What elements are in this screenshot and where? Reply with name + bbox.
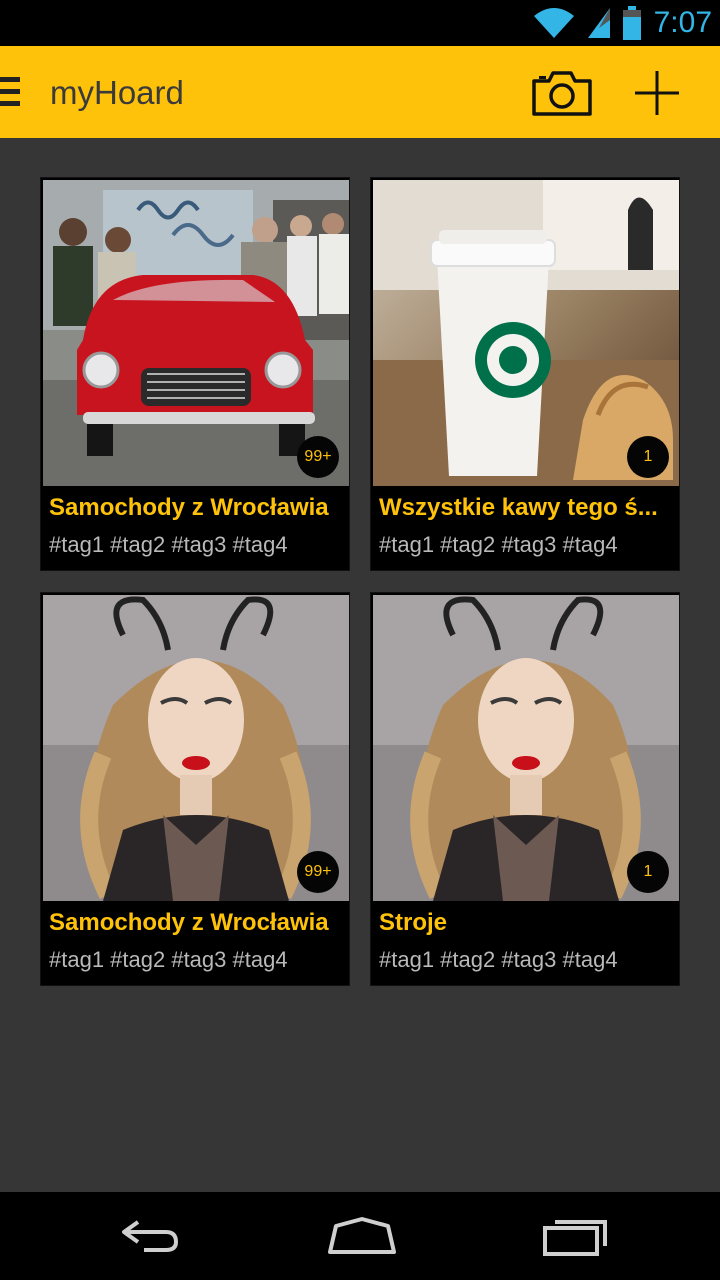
item-count-badge: 99+ <box>297 436 339 478</box>
action-bar: myHoard <box>0 46 720 138</box>
collection-thumbnail[interactable] <box>373 180 679 486</box>
status-bar: 7:07 <box>0 0 720 46</box>
battery-icon <box>622 6 641 40</box>
collection-title: Wszystkie kawy tego ś... <box>379 494 658 521</box>
back-icon <box>122 1220 179 1252</box>
collection-title: Samochody z Wrocławia <box>49 909 329 936</box>
recent-apps-button[interactable] <box>526 1206 626 1266</box>
collection-title: Stroje <box>379 909 448 936</box>
home-icon <box>328 1217 396 1254</box>
item-count-badge: 1 <box>627 436 669 478</box>
collection-tags: #tag1 #tag2 #tag3 #tag4 <box>379 947 618 972</box>
collection-thumbnail[interactable] <box>43 595 349 901</box>
collection-card[interactable]: 99+ Samochody z Wrocławia #tag1 #tag2 #t… <box>40 592 350 986</box>
recents-icon <box>543 1220 607 1256</box>
camera-button[interactable] <box>526 64 598 122</box>
clock: 7:07 <box>653 6 712 39</box>
add-button[interactable] <box>628 64 686 122</box>
menu-icon[interactable] <box>0 77 20 107</box>
coffee-photo <box>373 180 679 486</box>
app-title[interactable]: myHoard <box>50 46 184 140</box>
collection-card[interactable]: 99+ Samochody z Wrocławia #tag1 #tag2 #t… <box>40 177 350 571</box>
collection-tags: #tag1 #tag2 #tag3 #tag4 <box>49 532 288 557</box>
navigation-bar <box>0 1192 720 1280</box>
collection-card[interactable]: 1 Stroje #tag1 #tag2 #tag3 #tag4 <box>370 592 680 986</box>
add-icon <box>635 71 679 115</box>
collection-title: Samochody z Wrocławia <box>49 494 329 521</box>
portrait-photo <box>43 595 349 901</box>
signal-icon <box>587 8 610 38</box>
collection-tags: #tag1 #tag2 #tag3 #tag4 <box>379 532 618 557</box>
collection-thumbnail[interactable] <box>373 595 679 901</box>
wifi-icon <box>533 8 574 38</box>
portrait-photo <box>373 595 679 901</box>
back-button[interactable] <box>100 1206 200 1266</box>
camera-icon <box>532 71 592 116</box>
item-count-badge: 99+ <box>297 851 339 893</box>
item-count-badge: 1 <box>627 851 669 893</box>
status-icons: 7:07 <box>532 0 712 46</box>
collection-thumbnail[interactable] <box>43 180 349 486</box>
home-button[interactable] <box>312 1206 412 1266</box>
car-photo <box>43 180 349 486</box>
collection-tags: #tag1 #tag2 #tag3 #tag4 <box>49 947 288 972</box>
collection-card[interactable]: 1 Wszystkie kawy tego ś... #tag1 #tag2 #… <box>370 177 680 571</box>
